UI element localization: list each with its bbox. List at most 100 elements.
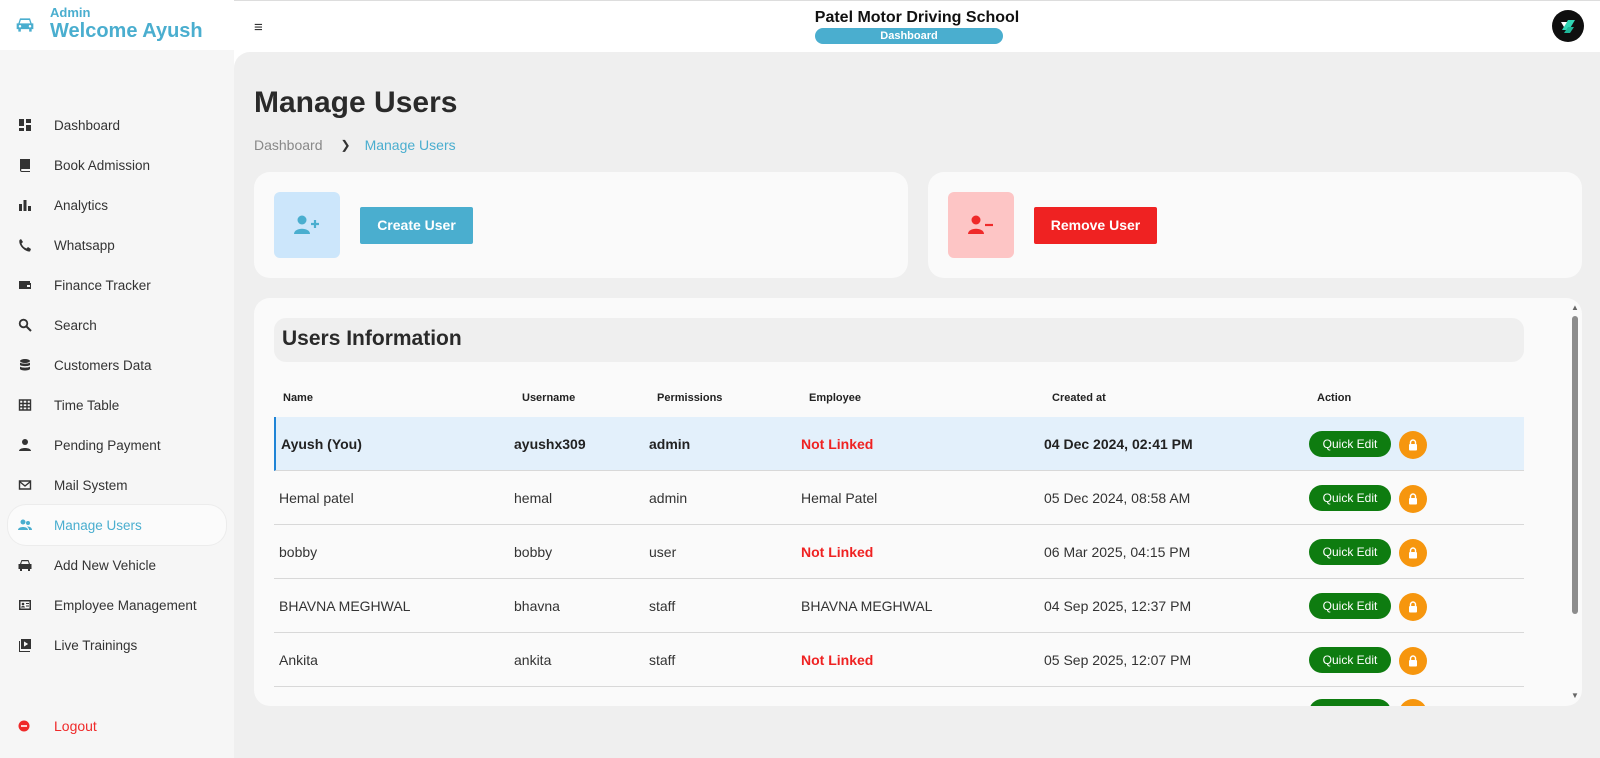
person-icon (19, 439, 31, 451)
quick-edit-button[interactable]: Quick Edit (1309, 647, 1391, 673)
column-header-username: Username (522, 392, 576, 404)
user-role: Admin (50, 5, 91, 20)
remove-user-card: Remove User (928, 172, 1582, 278)
lock-icon (1409, 439, 1417, 451)
create-user-button[interactable]: Create User (360, 207, 473, 244)
quick-edit-button[interactable]: Quick Edit (1309, 539, 1391, 565)
quick-edit-button[interactable] (1309, 699, 1391, 706)
cell-employee: Not Linked (801, 544, 874, 560)
lock-button[interactable] (1399, 593, 1427, 621)
wallet-icon (19, 281, 31, 289)
sidebar-item-mail-system[interactable]: Mail System (0, 465, 234, 505)
lock-button[interactable] (1399, 699, 1427, 706)
cell-username: bobby (514, 544, 553, 560)
page-title: Manage Users (254, 86, 458, 119)
lock-button[interactable] (1399, 539, 1427, 567)
sidebar-item-finance-tracker[interactable]: Finance Tracker (0, 265, 234, 305)
add-user-icon (294, 215, 319, 234)
sidebar-item-label: Customers Data (54, 357, 152, 373)
cell-created-at: 05 Dec 2024, 08:58 AM (1044, 490, 1191, 506)
sidebar-item-book-admission[interactable]: Book Admission (0, 145, 234, 185)
cell-employee: Hemal Patel (801, 490, 878, 506)
main-content: Manage Users Dashboard ❯ Manage Users Cr… (234, 52, 1600, 758)
remove-user-icon (968, 215, 993, 234)
sidebar-item-whatsapp[interactable]: Whatsapp (0, 225, 234, 265)
table-body: Ayush (You) ayushx309 admin Not Linked 0… (274, 417, 1524, 706)
sidebar-item-dashboard[interactable]: Dashboard (0, 105, 234, 145)
sidebar-item-search[interactable]: Search (0, 305, 234, 345)
chevron-right-icon: ❯ (340, 138, 351, 152)
remove-user-button[interactable]: Remove User (1034, 207, 1157, 244)
lock-icon (1409, 547, 1417, 559)
quick-edit-button[interactable]: Quick Edit (1309, 431, 1391, 457)
cell-username: ankita (514, 652, 552, 668)
quick-edit-button[interactable]: Quick Edit (1309, 593, 1391, 619)
column-header-permissions: Permissions (657, 392, 723, 404)
logout-button[interactable]: Logout (0, 706, 234, 746)
breadcrumb-link-dashboard[interactable]: Dashboard (254, 137, 323, 153)
lock-icon (1409, 493, 1417, 505)
cell-name: Hemal patel (279, 490, 354, 506)
sidebar-item-label: Analytics (54, 197, 109, 213)
sidebar-nav: Dashboard Book Admission Analytics Whats… (0, 105, 234, 665)
table-icon (18, 399, 32, 411)
add-user-icon-box (274, 192, 340, 258)
sidebar-item-label: Finance Tracker (54, 277, 151, 293)
sidebar-item-analytics[interactable]: Analytics (0, 185, 234, 225)
video-library-icon (19, 639, 31, 652)
lock-button[interactable] (1399, 647, 1427, 675)
lock-icon (1409, 601, 1417, 613)
lock-button[interactable] (1399, 485, 1427, 513)
cell-created-at: 04 Sep 2025, 12:37 PM (1044, 598, 1192, 614)
avatar[interactable] (1552, 10, 1584, 42)
sidebar-item-manage-users[interactable]: Manage Users (8, 505, 226, 545)
cell-permissions: staff (649, 598, 676, 614)
column-header-name: Name (283, 392, 313, 404)
car-icon (16, 18, 34, 32)
cell-permissions: admin (649, 436, 691, 452)
sidebar-item-employee-management[interactable]: Employee Management (0, 585, 234, 625)
cell-permissions: staff (649, 652, 676, 668)
logout-icon (18, 720, 30, 732)
sidebar-item-add-new-vehicle[interactable]: Add New Vehicle (0, 545, 234, 585)
sidebar-item-label: Pending Payment (54, 437, 161, 453)
sidebar-item-label: Employee Management (54, 597, 197, 613)
quick-edit-button[interactable]: Quick Edit (1309, 485, 1391, 511)
site-title: Patel Motor Driving School (814, 9, 1020, 26)
cell-username: bhavna (514, 598, 560, 614)
scroll-up-icon[interactable]: ▲ (1571, 304, 1579, 312)
sidebar-item-label: Whatsapp (54, 237, 115, 253)
sidebar-item-live-trainings[interactable]: Live Trainings (0, 625, 234, 665)
scrollbar-thumb[interactable] (1572, 316, 1578, 614)
table-title: Users Information (282, 327, 462, 350)
cell-name: bobby (279, 544, 318, 560)
column-header-action: Action (1317, 392, 1352, 404)
cell-permissions: admin (649, 490, 688, 506)
sidebar-item-customers-data[interactable]: Customers Data (0, 345, 234, 385)
book-icon (20, 159, 30, 172)
lock-button[interactable] (1399, 431, 1427, 459)
remove-user-icon-box (948, 192, 1014, 258)
sidebar-item-label: Add New Vehicle (54, 557, 157, 573)
cell-name: Ayush (You) (281, 436, 362, 452)
create-user-card: Create User (254, 172, 908, 278)
sidebar: Admin Welcome Ayush Dashboard Book Admis… (0, 0, 234, 758)
sidebar-item-label: Dashboard (54, 117, 121, 133)
sidebar-item-time-table[interactable]: Time Table (0, 385, 234, 425)
cell-username: hemal (514, 490, 553, 506)
table-header: Users Information (274, 318, 1524, 362)
scrollbar[interactable]: ▲ ▼ (1571, 304, 1579, 700)
sidebar-item-label: Book Admission (54, 157, 151, 173)
sidebar-item-pending-payment[interactable]: Pending Payment (0, 425, 234, 465)
cell-username: ayushx309 (514, 436, 586, 452)
scroll-down-icon[interactable]: ▼ (1571, 692, 1579, 700)
cell-employee: Not Linked (801, 652, 874, 668)
cell-created-at: 05 Sep 2025, 12:07 PM (1044, 652, 1192, 668)
table-row: BHAVNA MEGHWAL bhavna staff BHAVNA MEGHW… (274, 579, 1524, 633)
logout-label: Logout (54, 718, 97, 734)
table-row: Ankita ankita staff Not Linked 05 Sep 20… (274, 633, 1524, 687)
sidebar-item-label: Mail System (54, 477, 128, 493)
lock-icon (1409, 655, 1417, 667)
id-card-icon (19, 600, 31, 610)
phone-icon (19, 239, 31, 252)
